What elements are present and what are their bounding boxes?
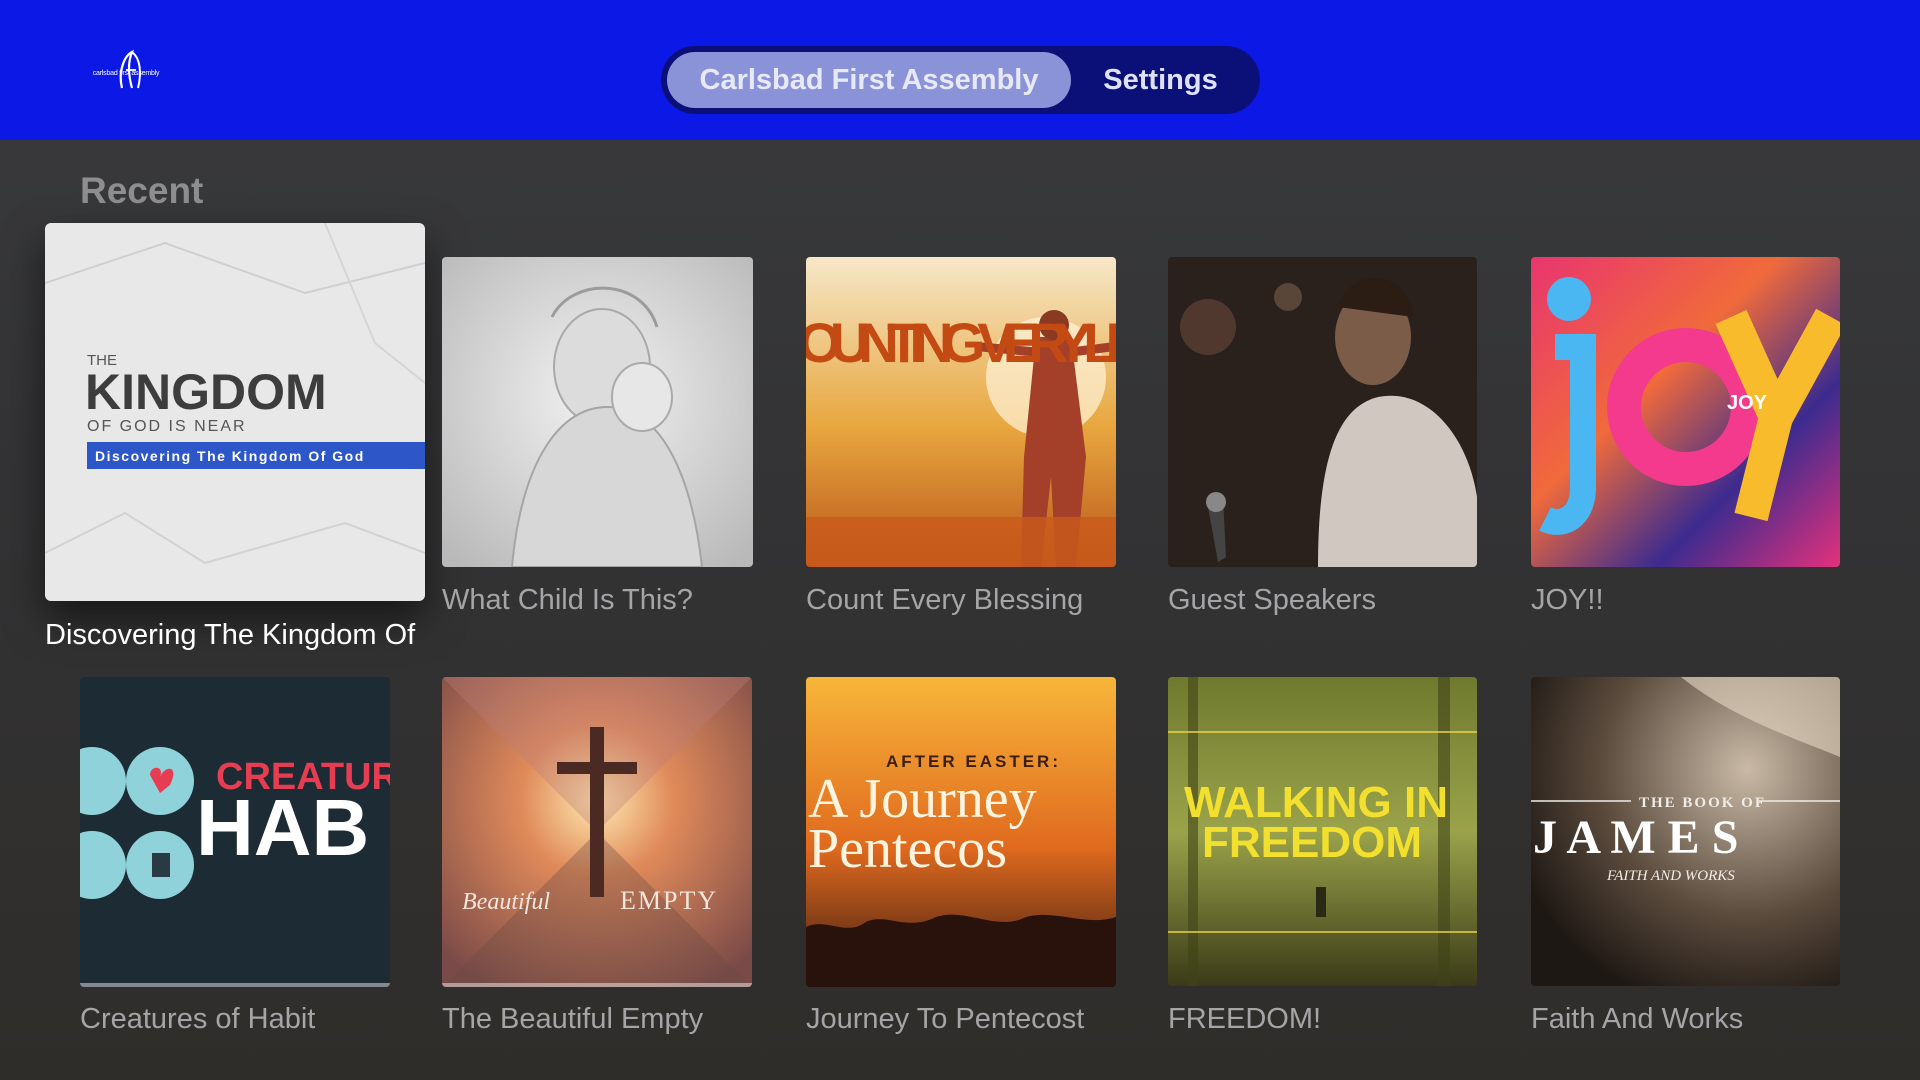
card-artwork: AFTER EASTER: A Journey Pentecos: [806, 677, 1116, 987]
media-card-journey-to-pentecost[interactable]: AFTER EASTER: A Journey Pentecos Journey…: [806, 677, 1118, 1047]
church-logo: carlsbad first assembly: [88, 48, 164, 96]
art-subtitle: FAITH AND WORKS: [1606, 868, 1735, 884]
media-card-what-child[interactable]: What Child Is This?: [442, 257, 754, 627]
top-nav: Carlsbad First Assembly Settings: [661, 46, 1260, 114]
section-title-recent: Recent: [80, 170, 204, 211]
media-card-faith-and-works[interactable]: THE BOOK OF J A M E S FAITH AND WORKS Fa…: [1531, 677, 1843, 1047]
art-subtitle: EMPTY: [620, 886, 718, 915]
card-title: Discovering The Kingdom Of God: [45, 619, 423, 651]
art-title: Beautiful: [462, 889, 550, 915]
card-artwork: OUNTING VERY LESSING: [806, 257, 1116, 567]
logo-text: carlsbad first assembly: [92, 70, 160, 77]
art-subtitle: JOY: [1727, 392, 1768, 414]
card-title: The Beautiful Empty: [442, 1003, 704, 1035]
card-title: Journey To Pentecost: [806, 1003, 1085, 1035]
card-artwork: [1168, 257, 1477, 567]
card-title: Creatures of Habit: [80, 1003, 316, 1035]
card-title: Count Every Blessing: [806, 584, 1084, 616]
media-card-freedom[interactable]: WALKING IN FREEDOM FREEDOM!: [1168, 677, 1480, 1047]
art-title: KINGDOM: [85, 364, 327, 420]
art-subtitle: FREEDOM: [1202, 818, 1422, 867]
media-card-kingdom[interactable]: THE KINGDOM OF GOD IS NEAR Discovering T…: [45, 223, 425, 663]
media-card-joy[interactable]: JOY JOY!!: [1531, 257, 1843, 627]
art-title: J A M E S: [1533, 811, 1738, 864]
art-subtitle: Pentecos: [808, 818, 1007, 880]
card-artwork: JOY: [1531, 257, 1840, 567]
card-artwork: CREATUR HAB: [80, 677, 390, 987]
art-title: OUNTING VERY LESSING: [806, 311, 1116, 374]
card-artwork: [442, 257, 753, 567]
card-artwork: THE BOOK OF J A M E S FAITH AND WORKS: [1531, 677, 1840, 986]
media-card-beautiful-empty[interactable]: Beautiful EMPTY The Beautiful Empty: [442, 677, 754, 1047]
card-artwork: WALKING IN FREEDOM: [1168, 677, 1477, 986]
art-banner: Discovering The Kingdom Of God: [95, 448, 365, 464]
progress-indicator: [80, 983, 390, 987]
card-artwork: Beautiful EMPTY: [442, 677, 752, 987]
top-bar: carlsbad first assembly Carlsbad First A…: [0, 0, 1920, 140]
card-title: Faith And Works: [1531, 1003, 1744, 1035]
art-subtitle: HAB: [196, 783, 369, 872]
media-card-guest-speakers[interactable]: Guest Speakers: [1168, 257, 1480, 627]
progress-indicator: [442, 983, 752, 987]
media-card-count-every-blessing[interactable]: OUNTING VERY LESSING Count Every Blessin…: [806, 257, 1118, 627]
tab-carlsbad-first-assembly[interactable]: Carlsbad First Assembly: [667, 52, 1071, 108]
art-subtitle: OF GOD IS NEAR: [87, 418, 247, 435]
card-title: What Child Is This?: [442, 584, 693, 616]
card-title: Guest Speakers: [1168, 584, 1376, 616]
card-title: JOY!!: [1531, 584, 1604, 616]
card-title: FREEDOM!: [1168, 1003, 1322, 1035]
tab-settings[interactable]: Settings: [1073, 52, 1248, 108]
art-pre: THE BOOK OF: [1639, 795, 1766, 811]
media-card-creatures-of-habit[interactable]: CREATUR HAB Creatures of Habit: [80, 677, 392, 1047]
card-artwork: THE KINGDOM OF GOD IS NEAR Discovering T…: [45, 223, 425, 601]
